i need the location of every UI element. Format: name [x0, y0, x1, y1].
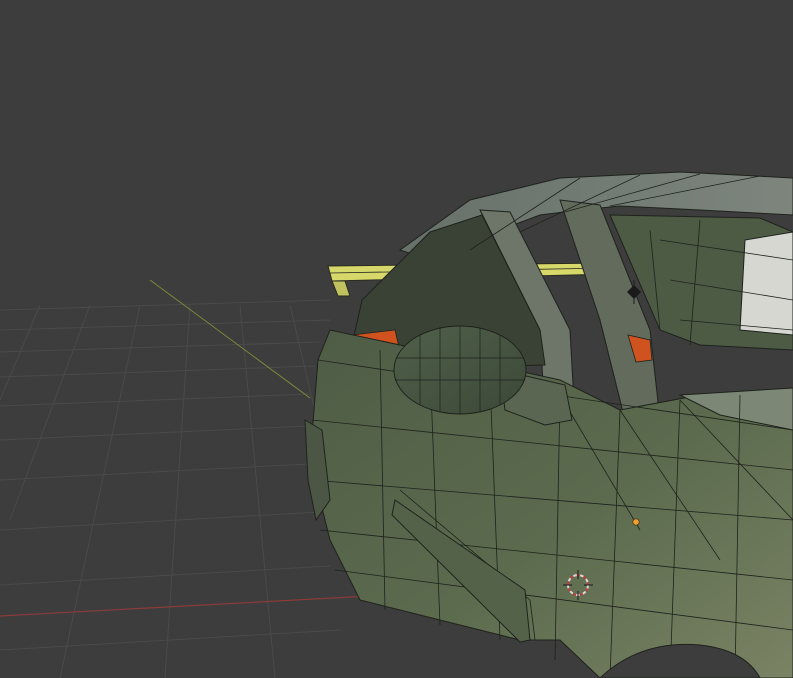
car-mesh[interactable] [304, 171, 793, 678]
3d-viewport[interactable] [0, 0, 793, 678]
viewport-canvas[interactable] [0, 0, 793, 678]
floor-grid [0, 299, 351, 678]
object-origin-icon[interactable] [632, 518, 640, 526]
y-axis-line [149, 279, 311, 399]
side-window-glass [739, 231, 793, 336]
x-axis-line [0, 595, 371, 617]
